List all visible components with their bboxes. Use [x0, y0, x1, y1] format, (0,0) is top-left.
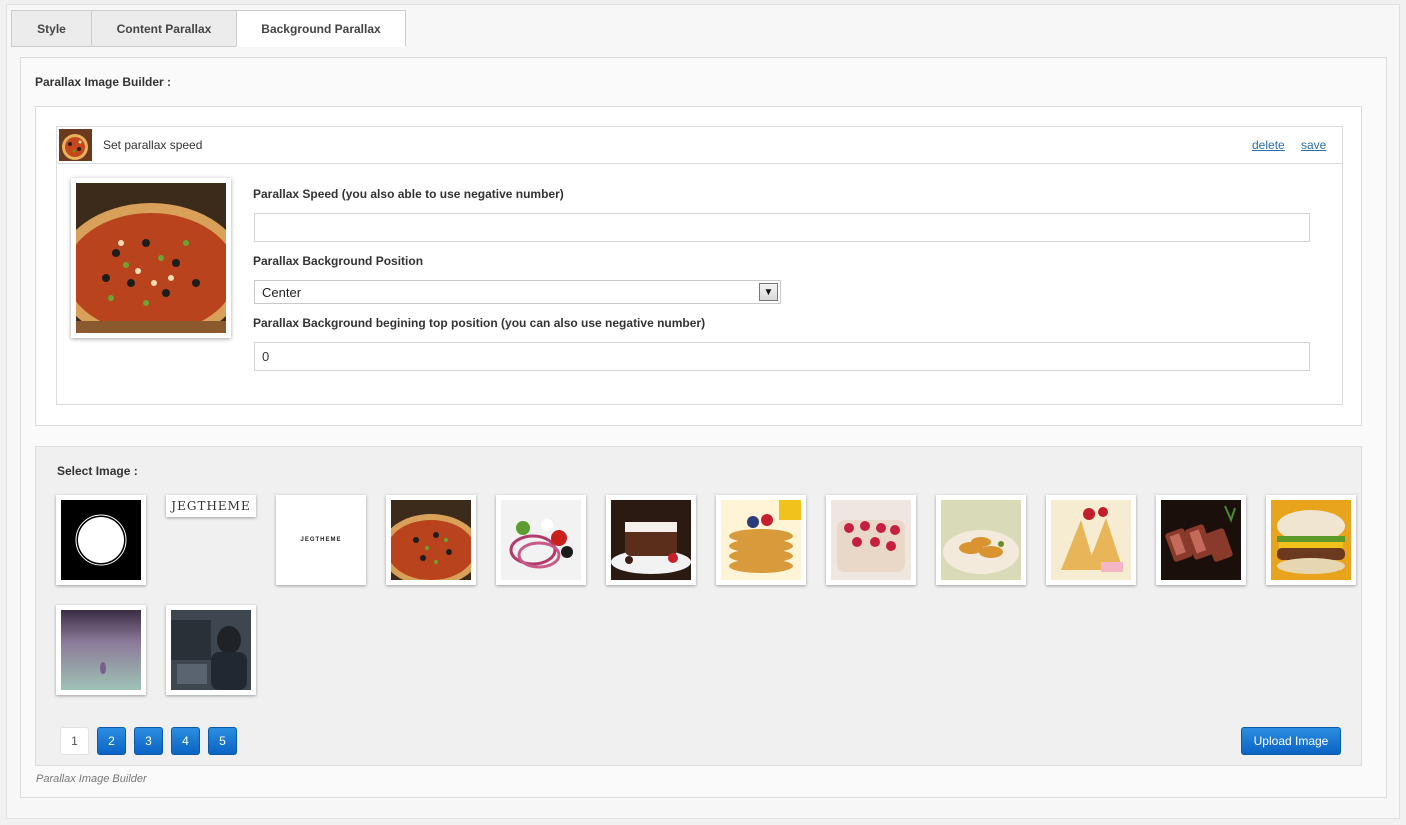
- position-select-value: Center: [262, 285, 302, 300]
- position-label: Parallax Background Position: [253, 254, 424, 268]
- delete-link[interactable]: delete: [1252, 138, 1285, 152]
- item-title: Set parallax speed: [103, 138, 203, 152]
- speed-input[interactable]: [254, 213, 1310, 242]
- preview-image: [56, 178, 246, 343]
- image-thumb-burger[interactable]: [1266, 495, 1356, 585]
- top-position-input[interactable]: [254, 342, 1310, 371]
- tab-style[interactable]: Style: [11, 10, 91, 47]
- image-thumb-pancakes[interactable]: [716, 495, 806, 585]
- page-5-button[interactable]: 5: [208, 727, 237, 755]
- parallax-item: Set parallax speed delete save Parallax …: [56, 126, 1343, 405]
- page-4-button[interactable]: 4: [171, 727, 200, 755]
- image-thumb-purple-blur[interactable]: [56, 605, 146, 695]
- tab-content-parallax[interactable]: Content Parallax: [91, 10, 236, 47]
- select-image-title: Select Image :: [57, 464, 138, 478]
- tab-bar: Style Content Parallax Background Parall…: [11, 10, 406, 47]
- tab-background-parallax[interactable]: Background Parallax: [236, 10, 406, 47]
- image-thumb-jegtheme-script[interactable]: JEGTHEME: [166, 495, 256, 517]
- image-thumb-pasta[interactable]: [936, 495, 1026, 585]
- top-position-label: Parallax Background begining top positio…: [253, 316, 706, 330]
- item-thumbnail: [59, 129, 92, 161]
- speed-label: Parallax Speed (you also able to use neg…: [253, 187, 564, 201]
- item-header[interactable]: Set parallax speed delete save: [57, 127, 1342, 164]
- page-1-button[interactable]: 1: [60, 727, 89, 755]
- page-3-button[interactable]: 3: [134, 727, 163, 755]
- image-thumb-crepes[interactable]: [1046, 495, 1136, 585]
- image-thumb-steak[interactable]: [1156, 495, 1246, 585]
- image-thumb-circle-logo[interactable]: [56, 495, 146, 585]
- page-2-button[interactable]: 2: [97, 727, 126, 755]
- image-thumb-jegtheme-small[interactable]: JEGTHEME: [276, 495, 366, 585]
- image-thumb-salad[interactable]: [496, 495, 586, 585]
- chevron-down-icon[interactable]: ▼: [759, 283, 778, 301]
- jegtheme-script-logo: JEGTHEME: [171, 499, 251, 513]
- jegtheme-small-logo: JEGTHEME: [300, 537, 342, 543]
- image-thumb-pizza[interactable]: [381, 495, 481, 586]
- image-thumb-chocolate-cake[interactable]: [606, 495, 696, 585]
- builder-title: Parallax Image Builder :: [35, 75, 172, 89]
- image-thumb-raspberry-cake[interactable]: [826, 495, 916, 585]
- save-link[interactable]: save: [1301, 138, 1326, 152]
- upload-image-button[interactable]: Upload Image: [1241, 727, 1341, 755]
- image-thumb-man-at-computer[interactable]: [166, 605, 256, 695]
- position-select[interactable]: Center ▼: [254, 280, 781, 304]
- footer-note: Parallax Image Builder: [36, 773, 147, 785]
